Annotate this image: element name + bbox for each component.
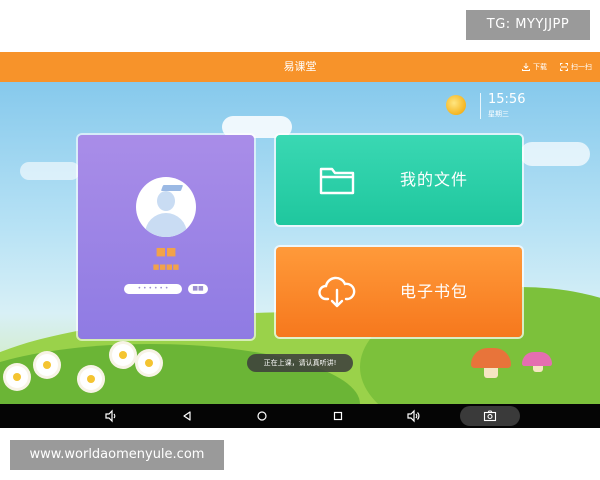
volume-down-icon[interactable]: [104, 409, 118, 423]
avatar-body: [145, 213, 187, 237]
cloud-decoration: [520, 142, 590, 166]
clock-weekday: 星期三: [488, 110, 509, 118]
screenshot-icon: [483, 410, 497, 422]
volume-up-icon[interactable]: [407, 409, 421, 423]
app-title: 易课堂: [283, 60, 317, 73]
flower-decoration: [6, 366, 28, 388]
clock-divider: [480, 93, 481, 119]
watermark-bottom: www.worldaomenyule.com: [10, 440, 224, 470]
cloud-download-icon: [318, 276, 356, 308]
profile-card[interactable]: ■■ ■■■■ • • • • • • ■■: [78, 135, 254, 339]
flower-decoration: [80, 368, 102, 390]
home-icon[interactable]: [255, 409, 269, 423]
mushroom-decoration: [471, 348, 511, 368]
download-label: 下载: [533, 63, 547, 71]
user-class: ■■■■: [152, 263, 180, 271]
download-button[interactable]: 下载: [522, 60, 547, 74]
mushroom-decoration: [522, 352, 552, 366]
my-files-tile[interactable]: 我的文件: [276, 135, 522, 225]
user-id: • • • • • •: [124, 284, 182, 294]
e-schoolbag-label: 电子书包: [400, 282, 469, 301]
flower-decoration: [112, 344, 134, 366]
screenshot-button[interactable]: [460, 406, 520, 426]
home-content: 15:56 星期三 ■■ ■■■■ • • • • • • ■■ 我的文件 电子…: [0, 82, 600, 404]
flower-decoration: [138, 352, 160, 374]
avatar[interactable]: [136, 177, 196, 237]
scan-label: 扫一扫: [571, 63, 592, 71]
flower-decoration: [36, 354, 58, 376]
sun-icon: [446, 95, 466, 115]
graduation-cap-icon: [160, 185, 184, 191]
back-icon[interactable]: [180, 409, 194, 423]
recents-icon[interactable]: [331, 409, 345, 423]
user-id-badge: ■■: [188, 284, 208, 294]
download-icon: [522, 63, 530, 71]
class-in-session-toast: 正在上课，请认真听讲!: [247, 354, 353, 372]
avatar-head: [157, 191, 175, 211]
tablet-screen: 易课堂 下载 扫一扫 15:56 星期三 ■■ ■■■■ • • • • • •…: [0, 52, 600, 428]
user-name: ■■: [155, 245, 177, 258]
cloud-decoration: [20, 162, 80, 180]
watermark-top: TG: MYYJJPP: [466, 10, 590, 40]
app-topbar: 易课堂 下载 扫一扫: [0, 52, 600, 82]
folder-icon: [319, 167, 355, 195]
android-navbar: [0, 404, 600, 428]
clock-time: 15:56: [488, 92, 526, 107]
screenshot-page: TG: MYYJJPP 易课堂 下载 扫一扫 15:56 星期三 ■■ ■■■■…: [0, 0, 600, 480]
e-schoolbag-tile[interactable]: 电子书包: [276, 247, 522, 337]
my-files-label: 我的文件: [400, 170, 469, 189]
scan-button[interactable]: 扫一扫: [560, 60, 592, 74]
scan-icon: [560, 63, 568, 71]
